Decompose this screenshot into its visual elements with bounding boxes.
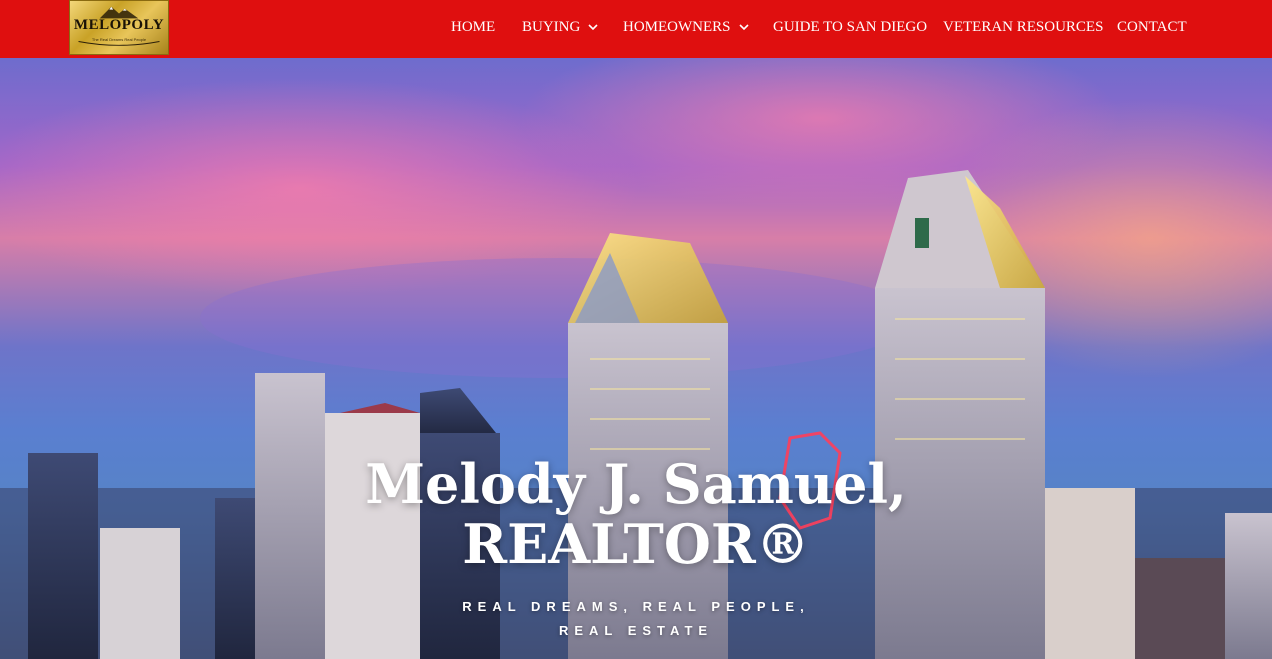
nav-contact-label: CONTACT — [1117, 18, 1187, 35]
nav-guide-to-san-diego[interactable]: GUIDE TO SAN DIEGO — [773, 17, 927, 37]
hero-subtitle-line2: REAL ESTATE — [558, 623, 714, 638]
nav-homeowners[interactable]: HOMEOWNERS — [623, 17, 749, 37]
nav-home-label: HOME — [451, 18, 496, 35]
nav-buying-label: BUYING — [522, 18, 581, 35]
hero-title-line1: Melody J. Samuel, — [365, 452, 907, 516]
nav-contact[interactable]: CONTACT — [1117, 17, 1187, 37]
nav-veteran-label: VETERAN RESOURCES — [943, 18, 1104, 35]
chevron-down-icon — [738, 24, 749, 31]
nav-homeowners-label: HOMEOWNERS — [623, 18, 731, 35]
nav-guide-label: GUIDE TO SAN DIEGO — [773, 18, 928, 35]
nav-veteran-resources[interactable]: VETERAN RESOURCES — [943, 17, 1103, 37]
hero-subtitle: REAL DREAMS, REAL PEOPLE, REAL ESTATE — [396, 595, 876, 643]
main-nav: HOME BUYING HOMEOWNERS GUIDE TO SAN DIEG… — [0, 0, 1272, 58]
hero-section: Melody J. Samuel, REALTOR® REAL DREAMS, … — [0, 58, 1272, 659]
nav-buying[interactable]: BUYING — [522, 17, 598, 37]
hero-title: Melody J. Samuel, REALTOR® — [336, 454, 936, 574]
chevron-down-icon — [588, 24, 598, 31]
nav-home[interactable]: HOME — [451, 17, 495, 37]
hero-title-line2: REALTOR® — [462, 512, 810, 576]
site-header: MELOPOLY The Real Dreams Real People HOM… — [0, 0, 1272, 58]
hero-subtitle-line1: REAL DREAMS, REAL PEOPLE, — [462, 599, 810, 614]
